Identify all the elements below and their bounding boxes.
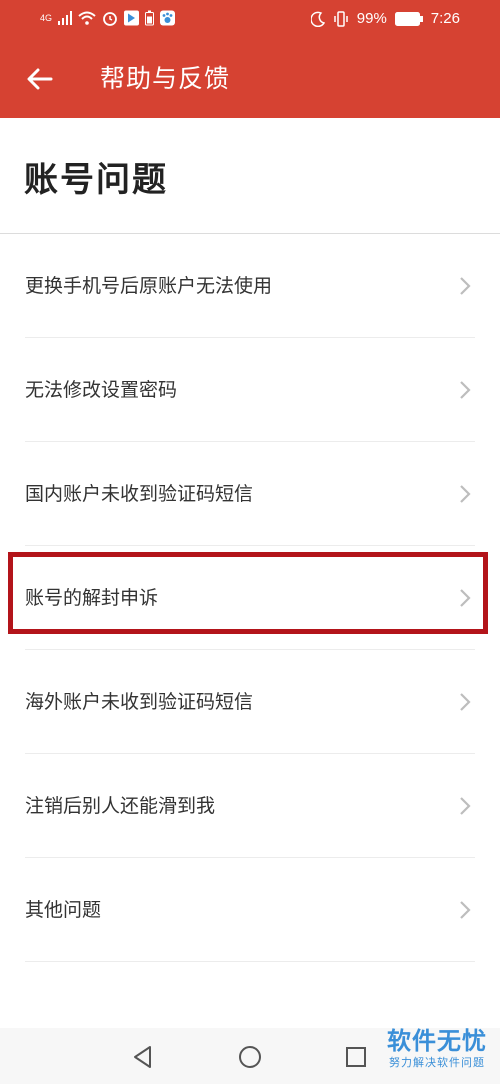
paw-app-icon xyxy=(160,10,176,26)
status-bar: 4G 99% 7:26 xyxy=(0,0,500,40)
moon-icon xyxy=(310,11,325,27)
battery-icon xyxy=(394,11,423,26)
alarm-icon xyxy=(103,12,117,26)
watermark-sub-text: 努力解决软件问题 xyxy=(389,1056,485,1069)
list-item-label: 账号的解封申诉 xyxy=(25,587,159,609)
watermark: 软件无忧 努力解决软件问题 xyxy=(378,1026,496,1070)
clock: 7:26 xyxy=(430,10,460,27)
status-left-icons: 4G xyxy=(40,10,176,26)
list-item[interactable]: 无法修改设置密码 xyxy=(0,338,500,442)
list-item-label: 海外账户未收到验证码短信 xyxy=(25,691,254,713)
list-divider xyxy=(25,961,475,962)
list-item[interactable]: 国内账户未收到验证码短信 xyxy=(0,442,500,546)
watermark-main-text: 软件无忧 xyxy=(387,1027,487,1055)
list-item-label: 更换手机号后原账户无法使用 xyxy=(25,275,273,297)
list-item[interactable]: 更换手机号后原账户无法使用 xyxy=(0,234,500,338)
vibrate-icon xyxy=(334,10,348,27)
list-item-label: 其他问题 xyxy=(25,899,102,921)
chevron-right-icon xyxy=(460,277,471,295)
arrow-left-icon xyxy=(27,68,53,90)
list-item[interactable]: 其他问题 xyxy=(0,858,500,962)
list-item-label: 无法修改设置密码 xyxy=(25,379,178,401)
nav-home-icon[interactable] xyxy=(235,1042,265,1072)
chevron-right-icon xyxy=(460,901,471,919)
back-button[interactable] xyxy=(18,57,62,101)
list-item[interactable]: 海外账户未收到验证码短信 xyxy=(0,650,500,754)
status-right-icons: 99% 7:26 xyxy=(310,10,460,27)
list-item-label: 国内账户未收到验证码短信 xyxy=(25,483,254,505)
nav-back-icon[interactable] xyxy=(128,1042,158,1072)
app-bar: 帮助与反馈 xyxy=(0,40,500,118)
list-item[interactable]: 注销后别人还能滑到我 xyxy=(0,754,500,858)
signal-icon xyxy=(58,11,73,25)
network-type-label: 4G xyxy=(40,13,53,23)
battery-saver-icon xyxy=(145,10,155,26)
faq-list: 更换手机号后原账户无法使用 无法修改设置密码 国内账户未收到验证码短信 账号的解… xyxy=(0,234,500,962)
battery-percent: 99% xyxy=(356,10,387,27)
list-item-label: 注销后别人还能滑到我 xyxy=(25,795,216,817)
list-item-highlighted[interactable]: 账号的解封申诉 xyxy=(0,546,500,650)
chevron-right-icon xyxy=(460,797,471,815)
chevron-right-icon xyxy=(460,381,471,399)
app-icon xyxy=(124,10,140,26)
nav-recents-icon[interactable] xyxy=(341,1042,371,1072)
chevron-right-icon xyxy=(460,589,471,607)
wifi-icon xyxy=(78,11,96,25)
chevron-right-icon xyxy=(460,485,471,503)
page-title: 帮助与反馈 xyxy=(100,64,231,93)
section-title: 账号问题 xyxy=(24,160,168,200)
chevron-right-icon xyxy=(460,693,471,711)
